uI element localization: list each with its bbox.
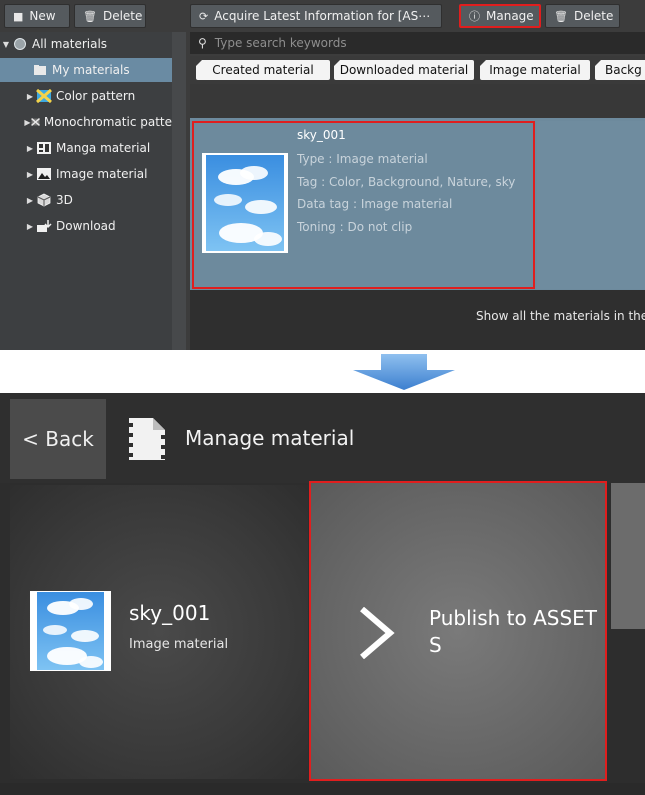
tree-item-download[interactable]: ▶ Download bbox=[0, 214, 172, 238]
tree-item-manga[interactable]: ▶ Manga material bbox=[0, 136, 172, 160]
trash-icon: 🗑 bbox=[83, 9, 97, 23]
page-title: Manage material bbox=[185, 426, 355, 450]
info-icon: ⓘ bbox=[469, 10, 480, 23]
tree-label-my: My materials bbox=[52, 63, 130, 77]
tree-scrollbar[interactable] bbox=[172, 32, 186, 350]
collapsed-arrow-icon[interactable]: ▶ bbox=[24, 144, 36, 153]
tag-area-spacer bbox=[190, 84, 645, 118]
sky-image bbox=[37, 592, 104, 670]
tree-label-3d: 3D bbox=[56, 193, 73, 207]
tag-background[interactable]: Backg bbox=[595, 60, 645, 80]
material-data-tag: Data tag : Image material bbox=[297, 197, 453, 211]
tree-item-image[interactable]: ▶ Image material bbox=[0, 162, 172, 186]
material-type-large: Image material bbox=[129, 637, 229, 652]
collapsed-arrow-icon[interactable]: ▶ bbox=[24, 222, 36, 231]
collapsed-arrow-icon[interactable]: ▶ bbox=[24, 118, 31, 127]
new-button[interactable]: ■ New bbox=[4, 4, 70, 28]
material-tags: Tag : Color, Background, Nature, sky bbox=[297, 175, 516, 189]
tree-item-all-materials[interactable]: ▼ All materials bbox=[0, 32, 172, 56]
trash-icon: 🗑 bbox=[554, 9, 568, 23]
download-icon bbox=[37, 220, 52, 232]
new-label: New bbox=[29, 9, 56, 23]
delete-material-button[interactable]: 🗑 Delete bbox=[545, 4, 620, 28]
sky-image bbox=[206, 155, 284, 251]
tree-item-color-pattern[interactable]: ▶ Color pattern bbox=[0, 84, 172, 108]
search-placeholder: Type search keywords bbox=[214, 36, 347, 50]
manage-button[interactable]: ⓘ Manage bbox=[459, 4, 541, 28]
tag-created-material[interactable]: Created material bbox=[196, 60, 330, 80]
footer-bar bbox=[0, 783, 645, 795]
tree-label-all: All materials bbox=[32, 37, 108, 51]
tree-label-manga: Manga material bbox=[56, 141, 151, 155]
search-input[interactable]: ⚲ Type search keywords bbox=[190, 32, 645, 54]
delete-material-label: Delete bbox=[573, 9, 614, 23]
folder-icon bbox=[34, 65, 46, 75]
folder-icon: ■ bbox=[13, 9, 24, 23]
material-toning: Toning : Do not clip bbox=[297, 220, 413, 234]
tag-image-material[interactable]: Image material bbox=[480, 60, 590, 80]
down-arrow-icon bbox=[353, 354, 455, 390]
acquire-latest-button[interactable]: ⟳ Acquire Latest Information for [AS⋯ bbox=[190, 4, 442, 28]
material-thumbnail-large bbox=[30, 591, 111, 671]
material-thumbnail bbox=[202, 153, 288, 253]
chevron-right-icon bbox=[360, 607, 395, 659]
show-all-text: Show all the materials in the bbox=[476, 309, 645, 323]
tree-label-color: Color pattern bbox=[56, 89, 136, 103]
tag-filter-bar: Created material Downloaded material Ima… bbox=[190, 56, 645, 84]
delete-button[interactable]: 🗑 Delete bbox=[74, 4, 146, 28]
tag-downloaded-material[interactable]: Downloaded material bbox=[334, 60, 474, 80]
refresh-icon: ⟳ bbox=[199, 9, 209, 23]
mono-pattern-icon bbox=[30, 118, 40, 126]
globe-icon bbox=[14, 38, 26, 50]
delete-label: Delete bbox=[102, 9, 143, 23]
image-icon bbox=[37, 168, 51, 180]
tree-item-my-materials[interactable]: My materials bbox=[0, 58, 172, 82]
collapsed-arrow-icon[interactable]: ▶ bbox=[24, 196, 36, 205]
tree-item-mono-pattern[interactable]: ▶ Monochromatic patte bbox=[0, 110, 172, 134]
collapsed-arrow-icon[interactable]: ▶ bbox=[24, 92, 36, 101]
document-icon bbox=[129, 418, 165, 460]
next-option-tile[interactable] bbox=[611, 483, 645, 629]
manage-material-screen: < Back Manage material sky_001 Image mat… bbox=[0, 393, 645, 795]
material-list-rest bbox=[537, 121, 645, 289]
material-type: Type : Image material bbox=[297, 152, 428, 166]
material-palette: ■ New 🗑 Delete ⟳ Acquire Latest Informat… bbox=[0, 0, 645, 350]
color-pattern-icon bbox=[36, 89, 52, 103]
tree-item-3d[interactable]: ▶ 3D bbox=[0, 188, 172, 212]
cube-icon bbox=[37, 193, 51, 207]
material-name-large: sky_001 bbox=[129, 601, 211, 625]
search-icon: ⚲ bbox=[198, 36, 207, 50]
manage-label: Manage bbox=[486, 9, 534, 23]
back-button[interactable]: < Back bbox=[10, 399, 106, 479]
tree-label-image: Image material bbox=[56, 167, 148, 181]
expand-arrow-icon[interactable]: ▼ bbox=[0, 40, 12, 49]
publish-label: Publish to ASSETS bbox=[429, 606, 598, 657]
tree-label-mono: Monochromatic patte bbox=[43, 115, 172, 129]
tree-label-download: Download bbox=[56, 219, 116, 233]
collapsed-arrow-icon[interactable]: ▶ bbox=[24, 170, 36, 179]
manga-icon bbox=[37, 142, 51, 154]
material-tree: ▼ All materials My materials ▶ Color pat… bbox=[0, 32, 186, 350]
material-name: sky_001 bbox=[297, 128, 346, 142]
acquire-label: Acquire Latest Information for [AS⋯ bbox=[214, 9, 431, 23]
